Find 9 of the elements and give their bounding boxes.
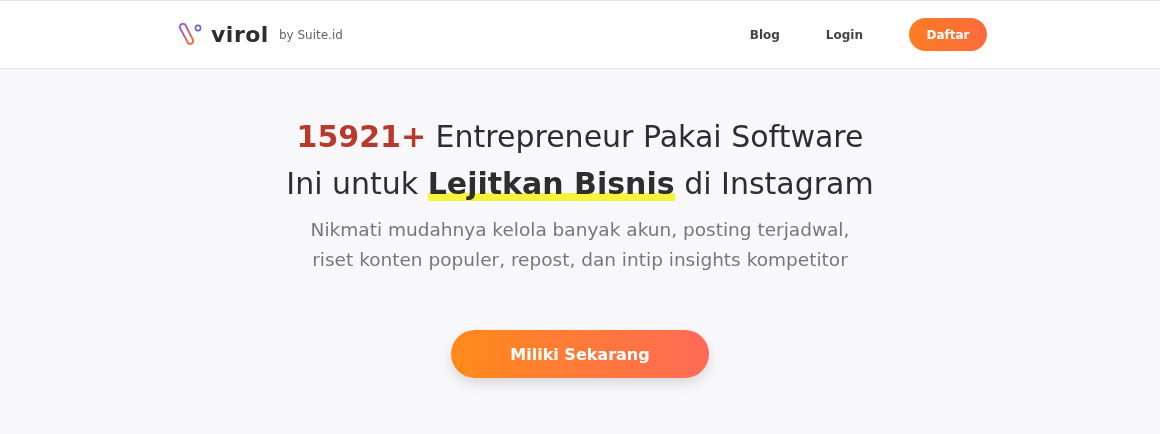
headline-text: 15921+ Entrepreneur Pakai Software [296, 118, 864, 156]
brand-name[interactable]: virol [211, 22, 269, 47]
nav-link[interactable]: Login [825, 27, 863, 42]
logo-icon [177, 22, 203, 47]
subtitle-text: riset konten populer, repost, dan intip insights kompetitor [312, 248, 848, 272]
subtitle-text: Nikmati mudahnya kelola banyak akun, posting terjadwal, [310, 218, 850, 242]
nav-link[interactable]: Blog [749, 27, 780, 42]
brand-byline: by Suite.id [278, 27, 343, 42]
headline-text: Ini untuk Lejitkan Bisnis di Instagram [286, 165, 874, 203]
